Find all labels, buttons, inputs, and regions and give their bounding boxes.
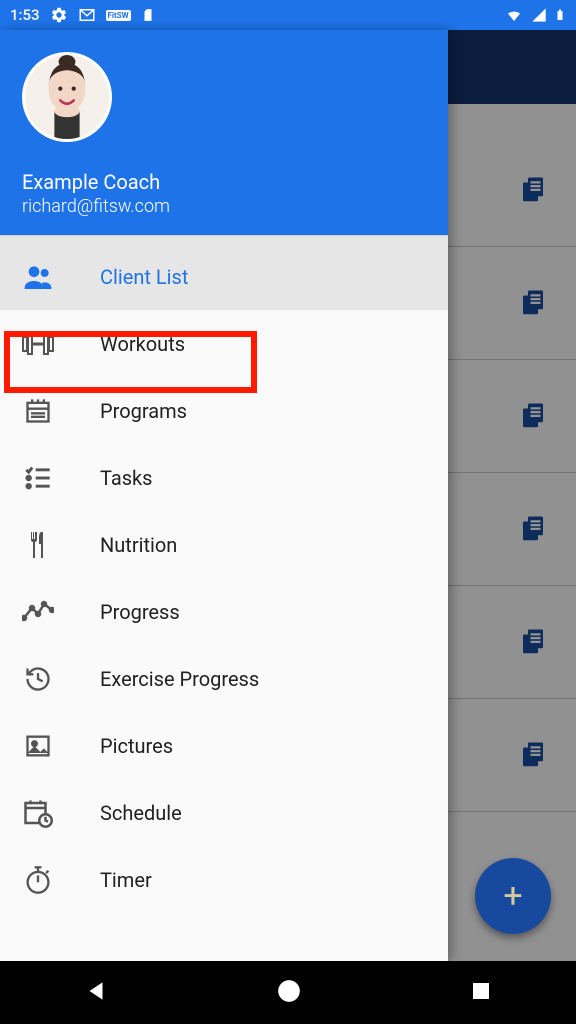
nav-pictures[interactable]: Pictures [0,712,448,779]
nav-label: Progress [100,600,180,624]
nav-label: Client List [100,265,188,289]
nav-label: Tasks [100,466,153,490]
nav-nutrition[interactable]: Nutrition [0,511,448,578]
nav-drawer: Example Coach richard@fitsw.com Client L… [0,30,448,961]
highlight-annotation [4,331,257,393]
nav-label: Timer [100,868,152,892]
profile-email: richard@fitsw.com [22,196,426,217]
nav-timer[interactable]: Timer [0,846,448,913]
nav-exercise-progress[interactable]: Exercise Progress [0,645,448,712]
back-button[interactable] [83,978,109,1008]
checklist-icon [20,460,56,496]
status-time: 1:53 [10,6,40,24]
profile-name: Example Coach [22,170,426,194]
drawer-header[interactable]: Example Coach richard@fitsw.com [0,30,448,235]
fitsw-badge-icon: FitSW [106,10,131,21]
status-bar: 1:53 FitSW [0,0,576,30]
stopwatch-icon [20,862,56,898]
nav-label: Exercise Progress [100,667,259,691]
calendar-clock-icon [20,795,56,831]
system-navbar [0,961,576,1024]
drawer-divider [0,235,448,243]
battery-icon [554,6,566,24]
image-icon [20,728,56,764]
calendar-icon [20,393,56,429]
signal-icon [530,7,548,23]
nav-label: Nutrition [100,533,177,557]
nav-tasks[interactable]: Tasks [0,444,448,511]
nav-schedule[interactable]: Schedule [0,779,448,846]
plus-icon: + [503,876,522,916]
nav-label: Programs [100,399,187,423]
home-button[interactable] [276,978,302,1008]
nav-label: Pictures [100,734,173,758]
nav-progress[interactable]: Progress [0,578,448,645]
wifi-icon [504,7,524,23]
nav-label: Schedule [100,801,182,825]
recent-apps-button[interactable] [469,979,493,1007]
people-icon [20,259,56,295]
avatar[interactable] [22,52,112,142]
gear-icon [50,6,68,24]
cutlery-icon [20,527,56,563]
add-button[interactable]: + [475,858,551,934]
sd-card-icon [141,6,155,24]
history-icon [20,661,56,697]
nav-client-list[interactable]: Client List [0,243,448,310]
chart-line-icon [20,594,56,630]
mail-icon [78,6,96,24]
